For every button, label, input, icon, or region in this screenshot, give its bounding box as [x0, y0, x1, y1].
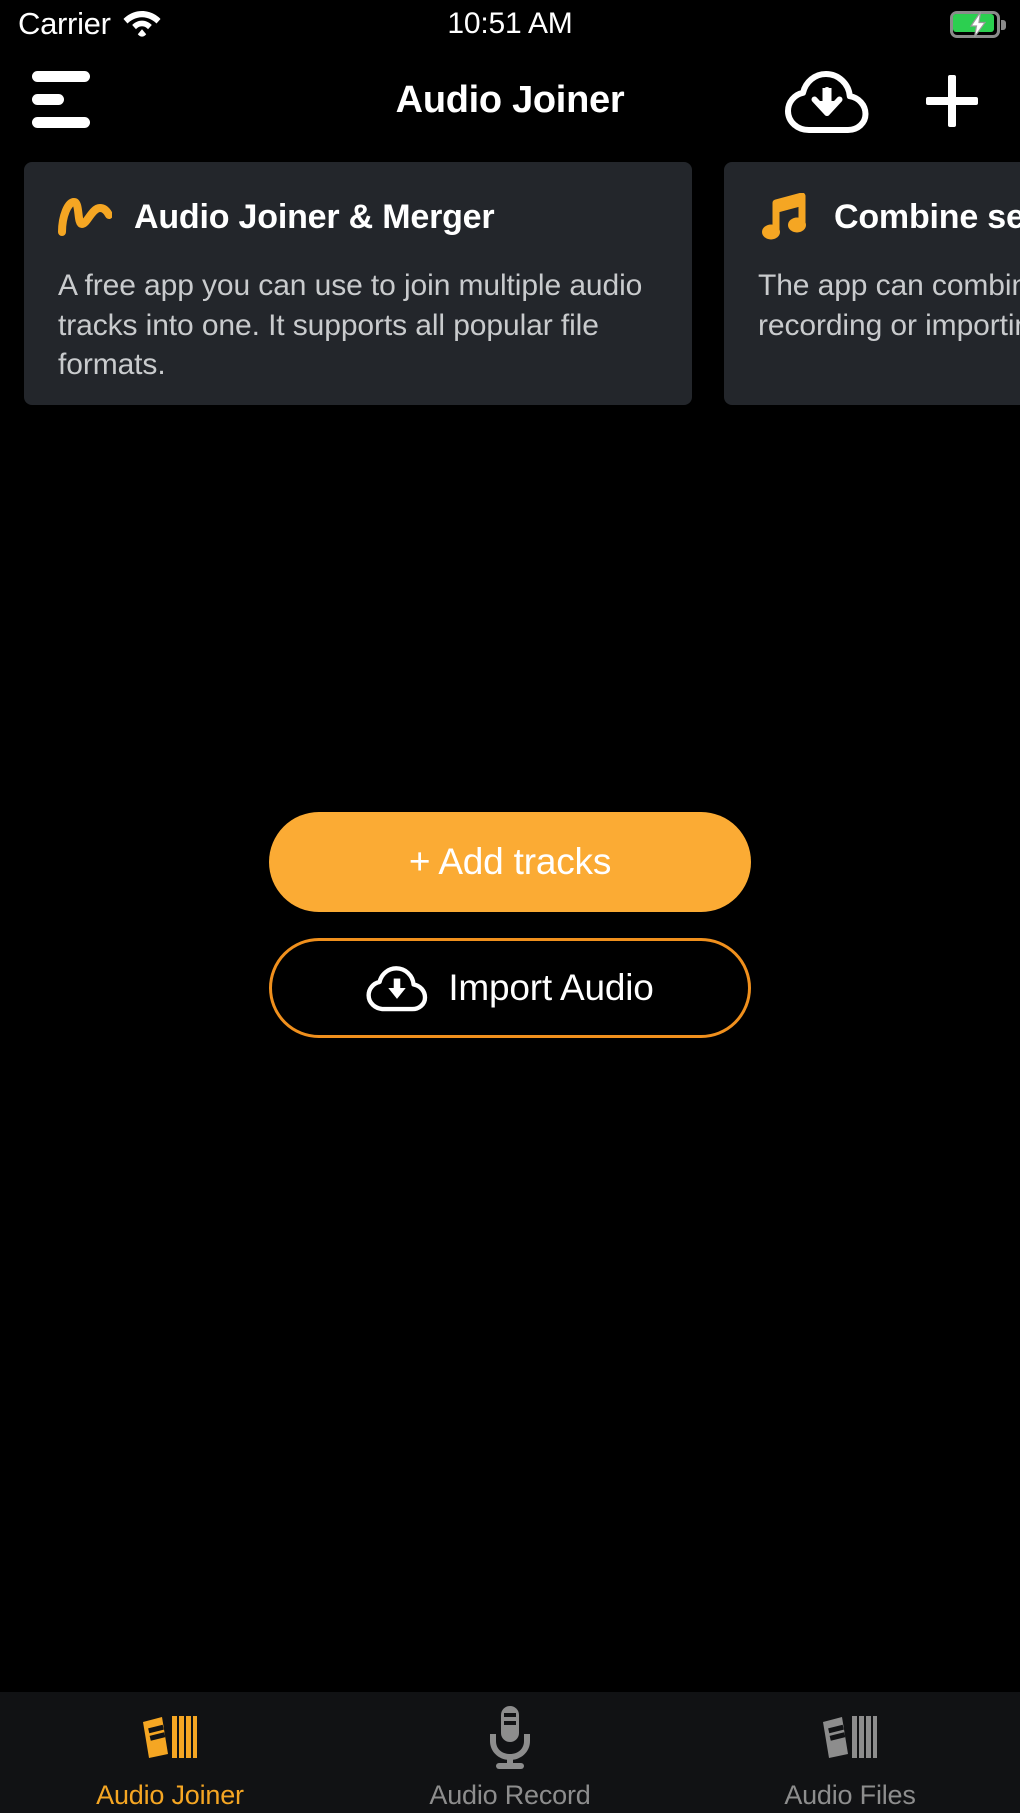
tab-audio-record[interactable]: Audio Record: [340, 1692, 680, 1813]
clock-label: 10:51 AM: [447, 7, 573, 40]
music-note-icon: [758, 193, 812, 240]
info-cards-carousel[interactable]: Audio Joiner & Merger A free app you can…: [0, 162, 1020, 405]
waveform-squiggle-icon: [58, 194, 112, 240]
app-screen: Carrier 10:51 AM Audio Joiner Audio Join…: [0, 0, 1020, 1813]
audio-books-shelf-icon: [814, 1704, 886, 1770]
navigation-bar: Audio Joiner: [0, 48, 1020, 153]
status-bar-center: 10:51 AM: [0, 0, 1020, 48]
info-card-description: A free app you can use to join multiple …: [58, 269, 643, 382]
cloud-download-icon: [366, 964, 428, 1012]
info-card-description: The app can combine audio files after re…: [758, 269, 1020, 342]
info-card-header: Audio Joiner & Merger: [58, 194, 658, 240]
import-audio-label: Import Audio: [448, 967, 654, 1008]
info-card-header: Combine several audio files: [758, 193, 1020, 240]
info-card[interactable]: Combine several audio files The app can …: [724, 162, 1020, 405]
add-tracks-button[interactable]: + Add tracks: [269, 812, 751, 912]
info-card[interactable]: Audio Joiner & Merger A free app you can…: [24, 162, 692, 405]
primary-actions: + Add tracks Import Audio: [0, 812, 1020, 1038]
tab-audio-files[interactable]: Audio Files: [680, 1692, 1020, 1813]
bottom-tab-bar: Audio Joiner Audio Record Audio Files: [0, 1692, 1020, 1813]
tab-label: Audio Record: [429, 1780, 591, 1810]
status-bar: Carrier 10:51 AM: [0, 0, 1020, 48]
import-audio-button[interactable]: Import Audio: [269, 938, 751, 1038]
audio-books-shelf-icon: [134, 1704, 206, 1770]
add-button[interactable]: [912, 66, 992, 136]
plus-icon: [926, 75, 978, 127]
tab-label: Audio Joiner: [96, 1780, 244, 1810]
tab-audio-joiner[interactable]: Audio Joiner: [0, 1692, 340, 1813]
info-card-title: Combine several audio files: [834, 197, 1020, 236]
microphone-icon: [474, 1704, 546, 1770]
status-bar-right: [950, 0, 1006, 48]
tab-label: Audio Files: [784, 1780, 916, 1810]
battery-charging-icon: [950, 10, 1006, 38]
info-card-title: Audio Joiner & Merger: [134, 197, 495, 236]
cloud-download-icon[interactable]: [782, 66, 872, 136]
add-tracks-label: + Add tracks: [408, 841, 612, 882]
